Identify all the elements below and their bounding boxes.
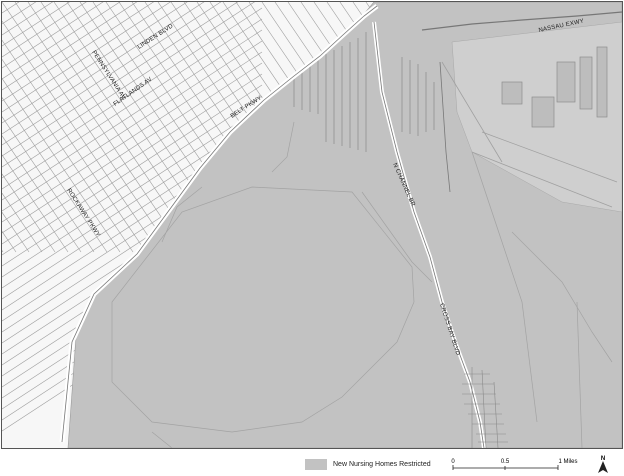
north-arrow-shape	[598, 461, 608, 473]
north-arrow-icon: N	[598, 456, 608, 473]
map-frame[interactable]: LINDEN BLVD PENNSYLVANIA AV FLATLANDS AV…	[1, 1, 623, 449]
legend-swatch	[305, 458, 327, 470]
scale-tick-2: 1 Miles	[558, 459, 577, 465]
scale-bar: 0 0.5 1 Miles	[451, 459, 578, 470]
legend-label: New Nursing Homes Restricted	[333, 460, 431, 468]
scale-tick-1: 0.5	[501, 459, 510, 465]
legend: New Nursing Homes Restricted	[305, 456, 431, 472]
map-canvas[interactable]: LINDEN BLVD PENNSYLVANIA AV FLATLANDS AV…	[2, 2, 622, 448]
scale-tick-0: 0	[451, 459, 455, 465]
